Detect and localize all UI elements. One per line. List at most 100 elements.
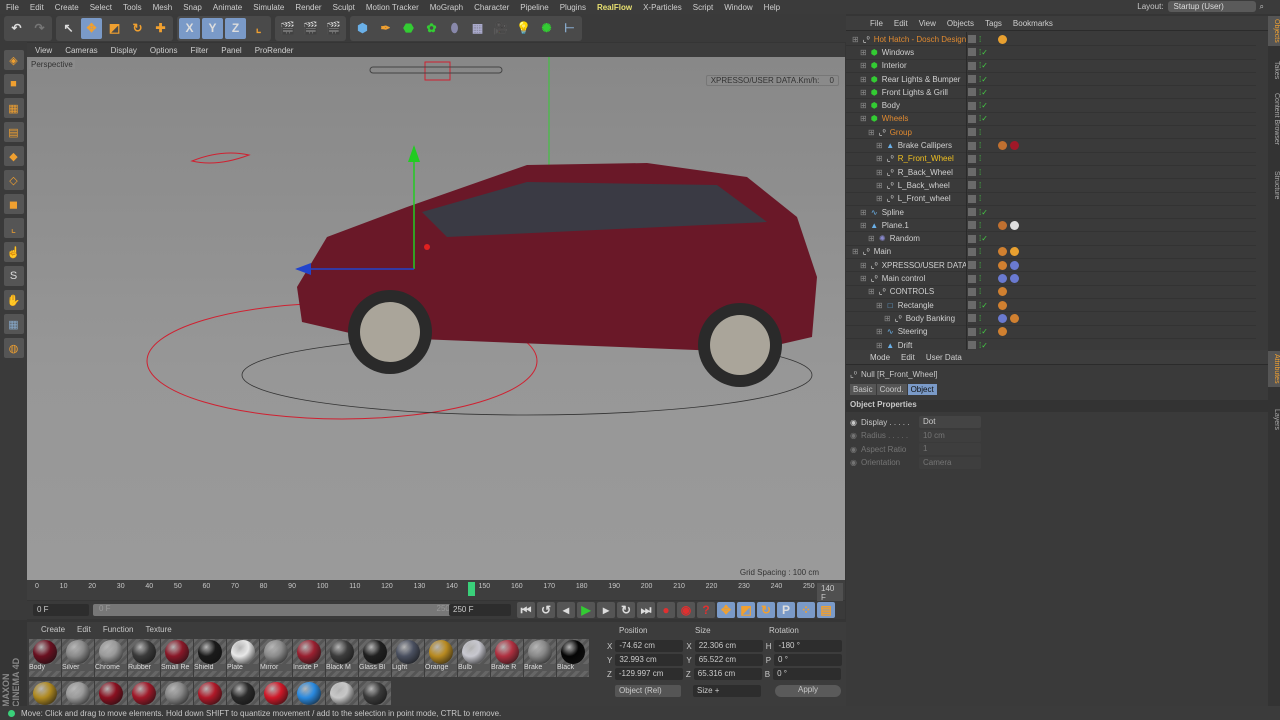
visibility-flags[interactable]: ⁞ — [968, 128, 988, 137]
viewport-menu-view[interactable]: View — [35, 46, 52, 55]
axis-mode-icon[interactable]: ⌞ — [3, 218, 24, 238]
menu-motion-tracker[interactable]: Motion Tracker — [366, 3, 419, 12]
material-swatch[interactable]: Brake R — [491, 639, 523, 677]
timeline-ruler[interactable]: 0 10 20 30 40 50 60 70 80 90 100 110 120 130 140 150 160… — [27, 580, 845, 603]
layer-icon[interactable] — [968, 287, 976, 296]
visibility-flags[interactable]: ⁞✓ — [968, 341, 988, 350]
expand-toggle-icon[interactable]: ⊞ — [868, 128, 875, 137]
layer-icon[interactable] — [968, 48, 976, 57]
dock-tab-takes[interactable]: Takes — [1268, 58, 1280, 82]
object-row[interactable]: ⊞ ⬢ Body ⁞✓ — [846, 100, 1256, 113]
expand-toggle-icon[interactable]: ⊞ — [868, 234, 875, 243]
transform-tool-icon[interactable]: ✚ — [150, 18, 171, 39]
visibility-flags[interactable]: ⁞ — [968, 261, 988, 270]
object-row[interactable]: ⊞ ⌞⁰ R_Front_Wheel ⁞ — [846, 153, 1256, 166]
menu-sculpt[interactable]: Sculpt — [333, 3, 355, 12]
scale-tool-icon[interactable]: ◩ — [104, 18, 125, 39]
object-tag-icon[interactable] — [998, 313, 1007, 323]
visibility-flags[interactable]: ⁞✓ — [968, 208, 988, 217]
camera-icon[interactable]: 🎥 — [490, 18, 511, 39]
play-icon[interactable]: ▶ — [577, 602, 595, 618]
subdivision-icon[interactable]: ⬣ — [398, 18, 419, 39]
material-swatch[interactable]: Plate — [227, 639, 259, 677]
rotation-b-field[interactable]: 0 ° — [773, 668, 842, 680]
visibility-dots-icon[interactable]: ⁞ — [979, 141, 981, 150]
visibility-dots-icon[interactable]: ⁞ — [979, 247, 981, 256]
object-row[interactable]: ⊞ ⬢ Rear Lights & Bumper ⁞✓ — [846, 73, 1256, 87]
edges-mode-icon[interactable]: ◇ — [3, 170, 24, 190]
menu-script[interactable]: Script — [693, 3, 713, 12]
visibility-flags[interactable]: ⁞ — [968, 35, 988, 44]
object-tag-icon[interactable] — [998, 34, 1007, 44]
object-tag-icon[interactable] — [998, 260, 1007, 270]
expand-toggle-icon[interactable]: ⊞ — [852, 35, 859, 44]
object-row[interactable]: ⊞ ⌞⁰ Main ⁞ — [846, 246, 1256, 260]
viewport-menu-display[interactable]: Display — [111, 46, 137, 55]
key-parameter-icon[interactable]: P — [777, 602, 795, 618]
layer-icon[interactable] — [968, 341, 976, 350]
light-icon[interactable]: 💡 — [513, 18, 534, 39]
timeline-window-icon[interactable]: ▤ — [817, 602, 835, 618]
expand-toggle-icon[interactable]: ⊞ — [876, 181, 883, 190]
keyframe-selection-icon[interactable]: ? — [697, 602, 715, 618]
visibility-dots-icon[interactable]: ⁞ — [979, 181, 981, 190]
material-swatch[interactable] — [194, 681, 226, 705]
material-swatch[interactable]: Orange — [425, 639, 457, 677]
material-swatch[interactable] — [227, 681, 259, 705]
visibility-dots-icon[interactable]: ⁞ — [979, 261, 981, 270]
visibility-dots-icon[interactable]: ⁞ — [979, 194, 981, 203]
x-axis-lock-icon[interactable]: X — [179, 17, 200, 39]
layer-icon[interactable] — [968, 327, 976, 336]
autokey-icon[interactable]: ◉ — [677, 602, 695, 618]
material-swatch[interactable]: Black — [557, 639, 589, 677]
layer-icon[interactable] — [968, 314, 976, 323]
enabled-check-icon[interactable]: ⁞✓ — [979, 61, 988, 70]
material-swatch[interactable]: Shield — [194, 639, 226, 677]
visibility-flags[interactable]: ⁞ — [968, 141, 988, 150]
object-row[interactable]: ⊞ ⬢ Wheels ⁞✓ — [846, 113, 1256, 127]
viewport-menu-cameras[interactable]: Cameras — [65, 46, 97, 55]
enabled-check-icon[interactable]: ⁞✓ — [979, 234, 988, 243]
redo-icon[interactable]: ↷ — [29, 18, 50, 39]
animate-radio-icon[interactable]: ◉ — [850, 431, 857, 440]
layer-icon[interactable] — [968, 61, 976, 70]
expand-toggle-icon[interactable]: ⊞ — [868, 287, 875, 296]
enabled-check-icon[interactable]: ⁞✓ — [979, 341, 988, 350]
workplane-icon[interactable]: ▤ — [3, 122, 24, 142]
size-mode-dropdown[interactable]: Size + — [693, 685, 761, 697]
object-row[interactable]: ⊞ ▲ Plane.1 ⁞ — [846, 219, 1256, 233]
visibility-dots-icon[interactable]: ⁞ — [979, 287, 981, 296]
material-menu-create[interactable]: Create — [41, 625, 65, 634]
animate-radio-icon[interactable]: ◉ — [850, 458, 857, 467]
property-value-field[interactable]: Camera — [918, 456, 981, 469]
enabled-check-icon[interactable]: ⁞✓ — [979, 75, 988, 84]
material-menu-function[interactable]: Function — [103, 625, 134, 634]
attributes-menu-user-data[interactable]: User Data — [926, 353, 962, 362]
tab-coord[interactable]: Coord. — [876, 384, 907, 395]
visibility-dots-icon[interactable]: ⁞ — [979, 35, 981, 44]
material-swatch[interactable]: Glass Bl — [359, 639, 391, 677]
menu-snap[interactable]: Snap — [183, 3, 202, 12]
layer-icon[interactable] — [968, 35, 976, 44]
property-value-field[interactable]: 1 — [918, 443, 981, 455]
coordinate-system-icon[interactable]: ⌞ — [248, 18, 269, 39]
object-row[interactable]: ⊞ ⌞⁰ Hot Hatch - Dosch Design ⁞ — [846, 33, 1256, 47]
visibility-flags[interactable]: ⁞ — [968, 287, 988, 296]
deformer-icon[interactable]: ⬮ — [444, 18, 465, 39]
visibility-dots-icon[interactable]: ⁞ — [979, 154, 981, 163]
object-tag-icon[interactable] — [998, 287, 1007, 297]
menu-mograph[interactable]: MoGraph — [430, 3, 463, 12]
menu-help[interactable]: Help — [764, 3, 780, 12]
layer-icon[interactable] — [968, 181, 976, 190]
visibility-dots-icon[interactable]: ⁞ — [979, 274, 981, 283]
object-row[interactable]: ⊞ ∿ Spline ⁞✓ — [846, 206, 1256, 220]
next-frame-icon[interactable]: ▸ — [597, 602, 615, 618]
enabled-check-icon[interactable]: ⁞✓ — [979, 48, 988, 57]
material-swatch[interactable] — [161, 681, 193, 705]
rotation-p-field[interactable]: 0 ° — [774, 654, 843, 666]
render-to-picture-viewer-icon[interactable]: 🎬 — [300, 18, 321, 39]
layer-icon[interactable] — [968, 261, 976, 270]
sculpt-icon[interactable]: ✋ — [3, 290, 24, 310]
layer-icon[interactable] — [968, 301, 976, 310]
expand-toggle-icon[interactable]: ⊞ — [860, 88, 867, 97]
